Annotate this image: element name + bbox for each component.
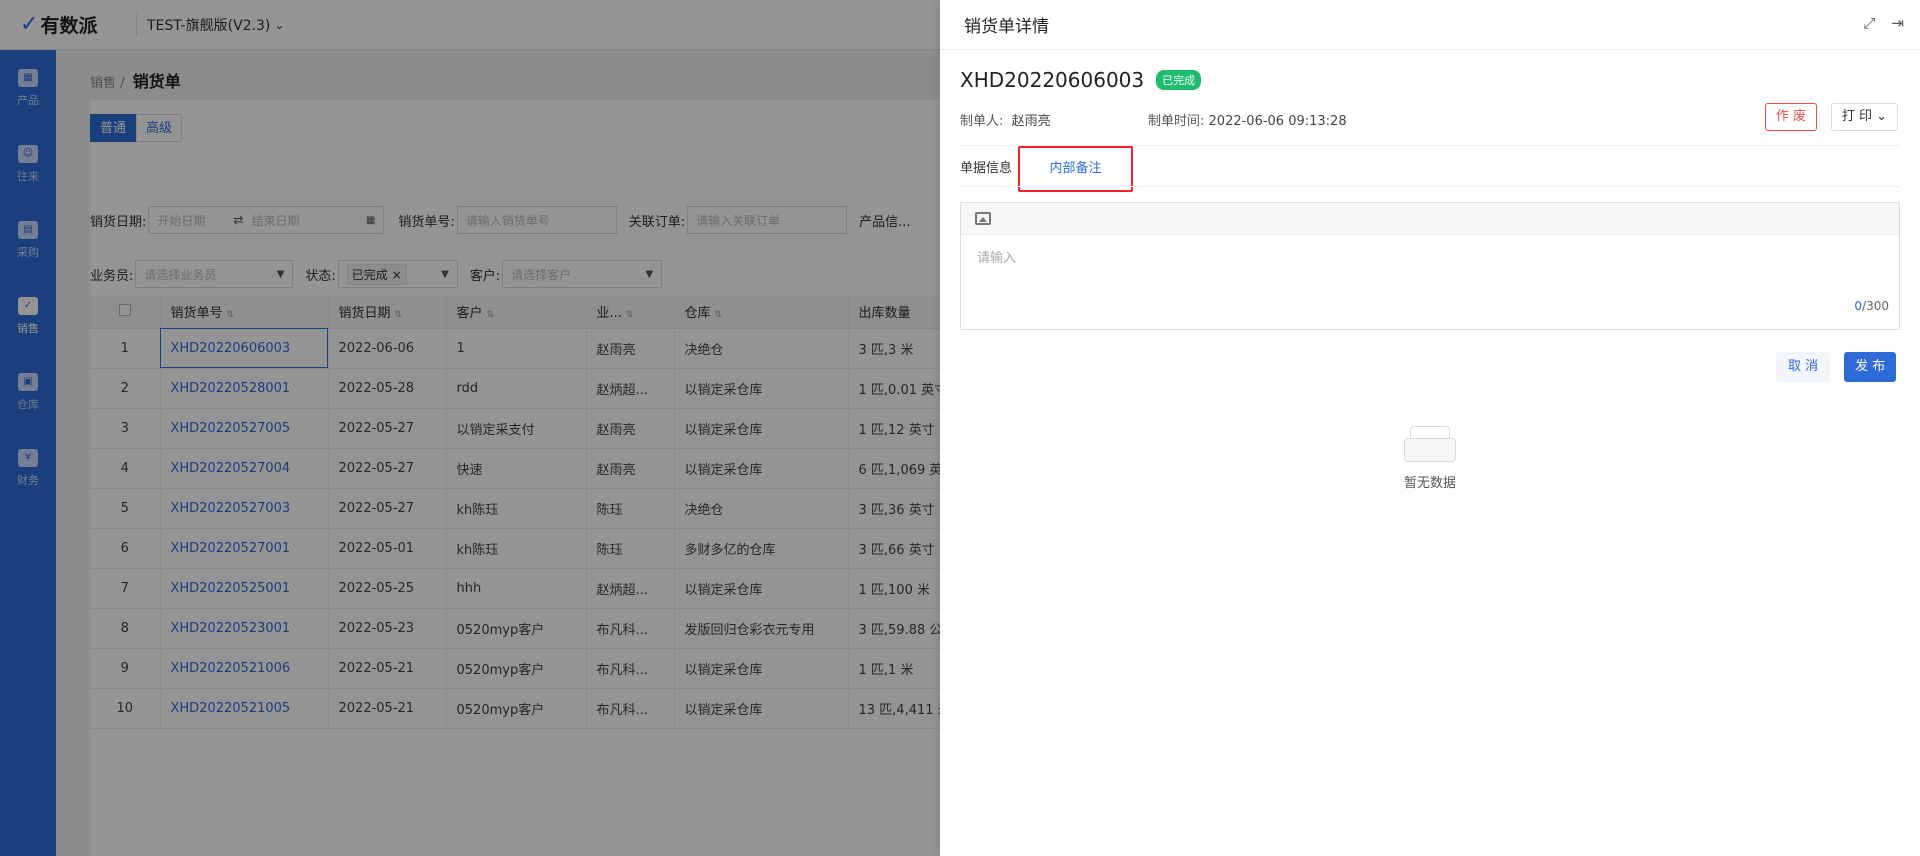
print-button[interactable]: 打 印 ⌄ [1830, 103, 1898, 131]
order-number: XHD20220606003 [960, 68, 1145, 92]
status-badge: 已完成 [1156, 70, 1202, 90]
inbox-tray [1404, 438, 1456, 462]
note-textarea[interactable]: 请输入 [977, 247, 1016, 266]
order-heading: XHD20220606003 已完成 [960, 68, 1202, 92]
drawer-title: 销货单详情 [964, 17, 1049, 37]
creator-info: 制单人: 赵雨亮 [960, 110, 1051, 129]
empty-inbox-icon [1404, 426, 1456, 462]
order-detail-drawer: 销货单详情 ⤢ ⇥ XHD20220606003 已完成 制单人: 赵雨亮 制单… [940, 0, 1920, 856]
note-editor[interactable]: 请输入 0/300 [960, 202, 1900, 330]
fullscreen-icon[interactable]: ⤢ [1863, 14, 1875, 32]
tab-order-info[interactable]: 单据信息 [960, 147, 1012, 191]
print-button-label: 打 印 [1841, 109, 1872, 124]
empty-text: 暂无数据 [1403, 476, 1456, 491]
created-time-value: 2022-06-06 09:13:28 [1208, 114, 1347, 129]
insert-image-icon[interactable] [975, 212, 991, 225]
void-button[interactable]: 作 废 [1764, 103, 1817, 131]
created-time-label: 制单时间: [1148, 114, 1205, 129]
char-count-current: 0 [1854, 299, 1863, 313]
char-counter: 0/300 [1854, 299, 1889, 313]
publish-button[interactable]: 发 布 [1844, 352, 1897, 382]
collapse-drawer-icon[interactable]: ⇥ [1891, 14, 1904, 32]
chevron-down-icon: ⌄ [1876, 109, 1887, 124]
char-count-max: /300 [1862, 299, 1889, 313]
cancel-button[interactable]: 取 消 [1776, 352, 1831, 382]
editor-toolbar [961, 203, 1899, 235]
drawer-actions: ⤢ ⇥ [1863, 14, 1904, 32]
drawer-header: 销货单详情 ⤢ ⇥ [940, 0, 1920, 50]
creator-label: 制单人: [960, 114, 1004, 129]
created-time-info: 制单时间: 2022-06-06 09:13:28 [1148, 110, 1347, 129]
empty-state: 暂无数据 [1385, 426, 1475, 491]
divider [960, 186, 1900, 187]
modal-mask[interactable] [0, 0, 940, 856]
creator-name: 赵雨亮 [1011, 114, 1051, 129]
